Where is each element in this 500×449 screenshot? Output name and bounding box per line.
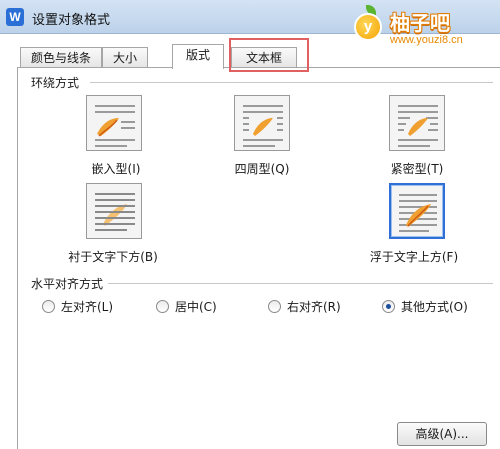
align-other-label: 其他方式(O) [401,300,468,314]
watermark-url: www.youzi8.cn [390,34,463,46]
wrap-section-title: 环绕方式 [31,74,84,91]
wrap-square-button[interactable] [234,95,290,151]
align-section-title: 水平对齐方式 [31,275,108,292]
align-center-label: 居中(C) [175,300,217,314]
tab-highlight-box [229,38,309,72]
wrap-tight-button[interactable] [389,95,445,151]
align-right-label: 右对齐(R) [287,300,341,314]
section-divider [108,283,493,284]
radio-button-checked[interactable] [382,300,395,313]
radio-button[interactable] [42,300,55,313]
site-watermark: y 柚子吧 www.youzi8.cn [350,1,500,51]
watermark-title: 柚子吧 [390,11,450,35]
wrap-in-front-of-text-icon [399,194,437,232]
tab-color-and-lines[interactable]: 颜色与线条 [20,47,102,68]
wrap-inline-label: 嵌入型(I) [91,162,141,176]
wrap-tight-icon [398,105,438,147]
wrap-behind-text-icon [95,193,135,231]
section-divider [90,82,493,83]
align-center-radio[interactable]: 居中(C) [156,298,217,315]
align-left-radio[interactable]: 左对齐(L) [42,298,113,315]
window-title: 设置对象格式 [32,13,111,28]
align-right-radio[interactable]: 右对齐(R) [268,298,341,315]
wrap-square-label: 四周型(Q) [234,162,290,176]
wps-app-icon: W [6,8,24,26]
youzi-logo-icon: y [354,13,382,41]
wrap-behind-text-label: 衬于文字下方(B) [68,250,158,264]
wrap-inline-icon [95,105,135,147]
wrap-in-front-of-text-button[interactable] [389,183,445,239]
radio-button[interactable] [156,300,169,313]
wrap-square-icon [243,105,283,147]
tab-layout[interactable]: 版式 [172,44,224,69]
align-other-radio[interactable]: 其他方式(O) [382,298,468,315]
wrap-in-front-of-text-label: 浮于文字上方(F) [369,250,459,264]
advanced-button[interactable]: 高级(A)... [397,422,487,446]
wrap-behind-text-button[interactable] [86,183,142,239]
align-left-label: 左对齐(L) [61,300,114,314]
wrap-inline-button[interactable] [86,95,142,151]
radio-button[interactable] [268,300,281,313]
wrap-tight-label: 紧密型(T) [390,162,444,176]
tab-size[interactable]: 大小 [102,47,148,68]
